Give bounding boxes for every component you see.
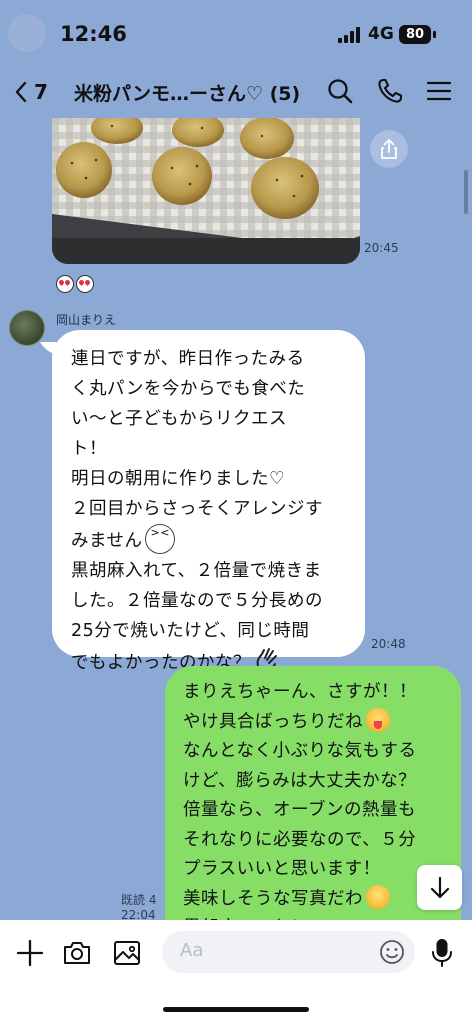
- tongue-face-emoji: [366, 707, 390, 732]
- composer-bar: [0, 920, 472, 1023]
- reaction-stickers[interactable]: [56, 275, 94, 293]
- battery-tip: [433, 31, 436, 38]
- message-line: 倍量なら、オーブンの熱量も: [183, 800, 416, 820]
- home-indicator: [163, 1007, 309, 1012]
- message-line: まりえちゃーん、さすが！！: [183, 682, 417, 702]
- sticker-icon[interactable]: [379, 939, 405, 965]
- back-button[interactable]: 7: [12, 76, 48, 108]
- message-input[interactable]: [162, 931, 415, 973]
- message-line: く丸パンを今からでも食べた: [71, 379, 306, 399]
- photo-message[interactable]: [52, 118, 360, 264]
- scroll-to-bottom-button[interactable]: [417, 865, 462, 910]
- battery-indicator: 80: [399, 25, 431, 44]
- incoming-message-bubble[interactable]: 連日ですが、昨日作ったみる く丸パンを今からでも食べた い〜と子どもからリクエス…: [52, 330, 365, 673]
- sender-name: 岡山まりえ: [56, 313, 117, 327]
- search-icon[interactable]: [326, 77, 354, 105]
- signal-icon: [338, 27, 360, 43]
- message-time: 20:45: [364, 241, 399, 255]
- arrow-down-icon: [430, 876, 450, 899]
- message-text-field[interactable]: [180, 940, 370, 961]
- message-line: それなりに必要なので、５分: [183, 829, 417, 850]
- message-line: した。２倍量なので５分長めの: [71, 591, 323, 611]
- heart-eyes-sticker: [56, 275, 74, 293]
- bread-photo: [52, 118, 360, 264]
- smiling-face-emoji: [366, 884, 390, 909]
- message-line: い〜と子どもからリクエス: [71, 409, 287, 429]
- message-line: ト！: [71, 439, 107, 459]
- status-bar: 12:46 4G 80: [0, 0, 472, 64]
- share-icon: [381, 139, 397, 159]
- sender-avatar[interactable]: [9, 310, 45, 346]
- unread-count: 7: [34, 80, 48, 104]
- message-text: みません: [71, 531, 143, 551]
- message-line: 連日ですが、昨日作ったみる: [71, 349, 305, 369]
- plus-icon[interactable]: [15, 938, 45, 968]
- chat-title[interactable]: 米粉パンモ…ーさん♡ (5): [74, 79, 300, 106]
- share-button[interactable]: [370, 130, 408, 168]
- message-line: なんとなく小ぶりな気もする: [183, 741, 417, 761]
- message-line: けど、膨らみは大丈夫かな？: [183, 770, 417, 791]
- phone-icon[interactable]: [376, 77, 404, 105]
- laughing-face-emoji: [145, 524, 176, 554]
- microphone-icon[interactable]: [427, 938, 457, 968]
- scrollbar[interactable]: [464, 170, 468, 214]
- message-line: ２回目からさっそくアレンジす: [71, 499, 323, 519]
- menu-icon[interactable]: [425, 77, 453, 105]
- camera-icon[interactable]: [62, 938, 92, 968]
- network-label: 4G: [368, 24, 394, 44]
- message-line-with-emoji: 美味しそうな写真だわ: [183, 884, 451, 915]
- message-line: プラスいいと思います！: [183, 859, 381, 879]
- message-line-with-emoji: みません: [71, 524, 353, 556]
- message-text: 美味しそうな写真だわ: [183, 888, 363, 909]
- chat-header: 7 米粉パンモ…ーさん♡ (5): [0, 64, 472, 120]
- message-line: 明日の朝用に作りました♡: [71, 469, 286, 489]
- image-icon[interactable]: [112, 938, 142, 968]
- blurred-area: [8, 14, 46, 52]
- read-receipt: 既読 4: [121, 893, 157, 907]
- message-time: 20:48: [371, 637, 406, 651]
- heart-eyes-sticker: [76, 275, 94, 293]
- message-line: 25分で焼いたけど、同じ時間: [71, 621, 310, 641]
- back-chevron-icon: [15, 81, 27, 103]
- message-line: 黒胡麻入れて、２倍量で焼きま: [71, 561, 322, 581]
- message-line-with-emoji: やけ具合ばっちりだね: [183, 707, 451, 738]
- status-time: 12:46: [60, 22, 127, 46]
- message-text: やけ具合ばっちりだね: [183, 711, 363, 732]
